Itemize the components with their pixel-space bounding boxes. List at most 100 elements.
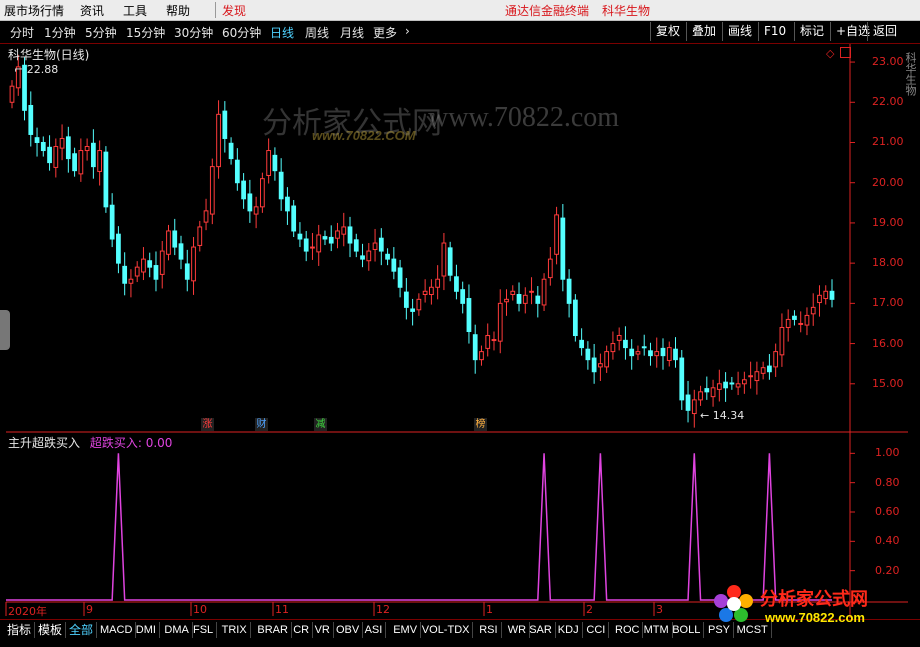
period-weekly[interactable]: 周线 (305, 24, 329, 41)
indicator-tab-fsl[interactable]: FSL (190, 622, 218, 638)
candle-body (260, 178, 265, 208)
window-toggle-icon[interactable] (840, 47, 851, 58)
candle-body (698, 391, 703, 401)
indicator-tab-macd[interactable]: MACD (97, 622, 137, 638)
candlestick-chart[interactable] (0, 0, 920, 647)
candle-body (466, 298, 472, 333)
period-15min[interactable]: 15分钟 (126, 24, 165, 41)
diamond-icon[interactable]: ◇ (826, 47, 834, 60)
candle-body (103, 151, 109, 208)
candle-body (522, 294, 528, 304)
candle-body (516, 294, 522, 304)
period-60min[interactable]: 60分钟 (222, 24, 261, 41)
low-price-label: ← 14.34 (700, 409, 745, 422)
app-name: 通达信金融终端 (505, 4, 590, 18)
candle-body (247, 193, 253, 212)
indicator-tab-obv[interactable]: OBV (333, 622, 364, 638)
period-daily[interactable]: 日线 (270, 24, 294, 41)
candle-body (798, 322, 804, 325)
restore-rights-button[interactable]: 复权 (650, 22, 685, 41)
period-bar: 分时 1分钟 5分钟 15分钟 30分钟 60分钟 日线 周线 月线 更多 › … (0, 21, 920, 44)
candle-body (353, 239, 359, 252)
candle-body (710, 387, 716, 398)
f10-button[interactable]: F10 (758, 22, 791, 41)
candle-body (335, 230, 340, 239)
candle-body (447, 247, 453, 276)
candle-body (472, 334, 478, 361)
menu-tools[interactable]: 工具 (123, 2, 147, 19)
candle-body (316, 234, 322, 253)
back-button[interactable]: 返回 (867, 22, 902, 41)
menu-news[interactable]: 资讯 (80, 2, 104, 19)
menu-market[interactable]: 展市场行情 (4, 2, 64, 19)
candle-body (779, 326, 785, 356)
badge-list[interactable]: 榜 (474, 418, 487, 431)
indicator-tab-全部[interactable]: 全部 (66, 622, 98, 638)
mark-button[interactable]: 标记 (794, 22, 829, 41)
overlay-button[interactable]: 叠加 (686, 22, 721, 41)
indicator-tab-emv[interactable]: EMV (390, 622, 422, 638)
candle-body (491, 339, 497, 342)
period-more[interactable]: 更多 (373, 24, 397, 41)
indicator-tab-psy[interactable]: PSY (705, 622, 735, 638)
indicator-tab-brar[interactable]: BRAR (254, 622, 292, 638)
time-tick-label: 11 (275, 603, 289, 616)
candle-body (403, 291, 409, 308)
badge-reduce[interactable]: 减 (314, 418, 327, 431)
candle-body (648, 350, 653, 357)
chevron-right-icon[interactable]: › (405, 24, 410, 38)
candle-body (579, 339, 584, 349)
candle-body (535, 295, 541, 304)
candle-body (510, 290, 516, 296)
candle-body (691, 399, 697, 415)
candle-body (141, 258, 146, 273)
badge-limit-up[interactable]: 涨 (201, 418, 214, 431)
candle-body (735, 383, 741, 388)
menu-discover[interactable]: 发现 (222, 2, 246, 19)
candle-body (454, 276, 459, 292)
indicator-tab-指标[interactable]: 指标 (4, 622, 36, 638)
indicator-tab-sar[interactable]: SAR (526, 622, 556, 638)
draw-line-button[interactable]: 画线 (722, 22, 757, 41)
candle-body (560, 217, 566, 280)
candle-body (360, 255, 365, 260)
indicator-tab-cr[interactable]: CR (290, 622, 314, 638)
candle-body (266, 150, 272, 176)
indicator-tab-roc[interactable]: ROC (612, 622, 644, 638)
period-5min[interactable]: 5分钟 (85, 24, 117, 41)
indicator-tab-boll[interactable]: BOLL (669, 622, 705, 638)
badge-finance[interactable]: 财 (255, 418, 268, 431)
badge-reduce-text: 减 (315, 419, 326, 430)
candle-body (629, 348, 635, 357)
candle-body (166, 230, 171, 255)
indicator-tab-trix[interactable]: TRIX (219, 622, 251, 638)
candle-body (660, 347, 666, 357)
side-panel-toggle[interactable] (0, 310, 10, 350)
candle-body (291, 205, 297, 232)
period-monthly[interactable]: 月线 (340, 24, 364, 41)
menu-help[interactable]: 帮助 (166, 2, 190, 19)
indicator-tab-rsi[interactable]: RSI (476, 622, 502, 638)
period-30min[interactable]: 30分钟 (174, 24, 213, 41)
indicator-tab-vol-tdx[interactable]: VOL-TDX (419, 622, 474, 638)
indicator-tab-dmi[interactable]: DMI (133, 622, 160, 638)
side-stock-name: 科华生物 (904, 52, 917, 96)
indicator-tab-模板[interactable]: 模板 (35, 622, 67, 638)
candle-body (122, 265, 128, 284)
candle-body (372, 242, 378, 250)
window-stock-name: 科华生物 (602, 4, 651, 18)
indicator-tab-asi[interactable]: ASI (362, 622, 387, 638)
period-1min[interactable]: 1分钟 (44, 24, 76, 41)
candle-body (222, 110, 228, 139)
candle-body (391, 258, 397, 272)
indicator-tab-mtm[interactable]: MTM (641, 622, 673, 638)
candle-body (554, 214, 559, 255)
candle-body (504, 298, 509, 303)
indicator-tab-kdj[interactable]: KDJ (555, 622, 583, 638)
candle-body (303, 238, 309, 252)
indicator-tab-vr[interactable]: VR (312, 622, 334, 638)
period-intraday[interactable]: 分时 (10, 24, 34, 41)
indicator-tab-cci[interactable]: CCI (583, 622, 610, 638)
indicator-tab-dma[interactable]: DMA (161, 622, 193, 638)
high-price-value: 22.88 (26, 63, 59, 76)
